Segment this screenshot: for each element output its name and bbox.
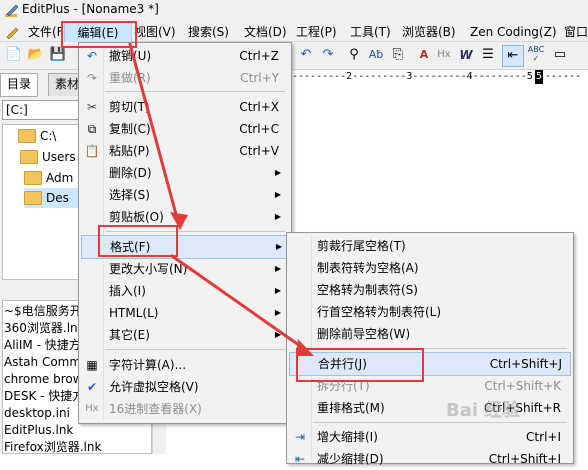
arrow-head-icon xyxy=(170,212,188,230)
arrow-head-icon xyxy=(296,339,314,356)
watermark: Bai 经验 xyxy=(446,400,521,421)
arrow-edit-to-format xyxy=(128,42,179,220)
arrow-format-to-join xyxy=(170,254,308,352)
annotation-arrows xyxy=(128,42,314,356)
